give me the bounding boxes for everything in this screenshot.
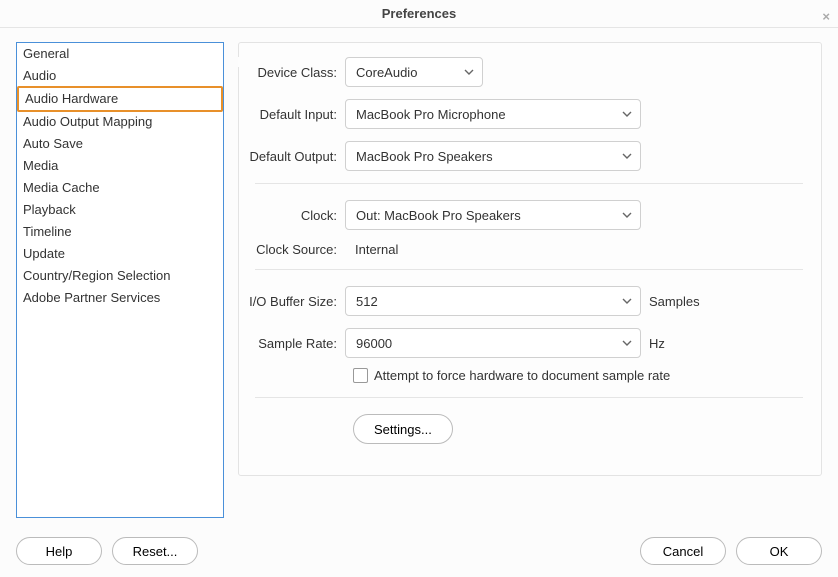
default-output-label: Default Output: bbox=[245, 149, 345, 164]
preferences-panel: Device Class: CoreAudio Default Input: M… bbox=[238, 42, 822, 476]
close-icon[interactable]: × bbox=[822, 3, 830, 31]
sidebar-item-audio-hardware[interactable]: Audio Hardware bbox=[17, 86, 223, 112]
settings-button[interactable]: Settings... bbox=[353, 414, 453, 444]
sidebar-item-audio[interactable]: Audio bbox=[17, 65, 223, 87]
device-class-select[interactable]: CoreAudio bbox=[345, 57, 483, 87]
reset-button[interactable]: Reset... bbox=[112, 537, 198, 565]
divider bbox=[255, 183, 803, 184]
preferences-sidebar: General Audio Audio Hardware Audio Outpu… bbox=[16, 42, 224, 518]
clock-source-value: Internal bbox=[345, 242, 398, 257]
chevron-down-icon bbox=[622, 338, 632, 348]
io-buffer-suffix: Samples bbox=[649, 294, 700, 309]
sample-rate-select[interactable]: 96000 bbox=[345, 328, 641, 358]
default-input-label: Default Input: bbox=[245, 107, 345, 122]
sidebar-item-auto-save[interactable]: Auto Save bbox=[17, 133, 223, 155]
sidebar-item-country-region[interactable]: Country/Region Selection bbox=[17, 265, 223, 287]
clock-source-label: Clock Source: bbox=[245, 242, 345, 257]
sidebar-item-update[interactable]: Update bbox=[17, 243, 223, 265]
divider bbox=[255, 397, 803, 398]
clock-label: Clock: bbox=[245, 208, 345, 223]
device-class-label: Device Class: bbox=[245, 65, 345, 80]
io-buffer-select[interactable]: 512 bbox=[345, 286, 641, 316]
sidebar-item-playback[interactable]: Playback bbox=[17, 199, 223, 221]
divider bbox=[255, 269, 803, 270]
sidebar-item-audio-output-mapping[interactable]: Audio Output Mapping bbox=[17, 111, 223, 133]
help-button[interactable]: Help bbox=[16, 537, 102, 565]
chevron-down-icon bbox=[622, 210, 632, 220]
chevron-down-icon bbox=[622, 151, 632, 161]
default-output-select[interactable]: MacBook Pro Speakers bbox=[345, 141, 641, 171]
dialog-footer: Help Reset... Cancel OK bbox=[16, 537, 822, 565]
sidebar-item-general[interactable]: General bbox=[17, 43, 223, 65]
clock-select[interactable]: Out: MacBook Pro Speakers bbox=[345, 200, 641, 230]
io-buffer-label: I/O Buffer Size: bbox=[245, 294, 345, 309]
force-hardware-label: Attempt to force hardware to document sa… bbox=[374, 368, 670, 383]
chevron-down-icon bbox=[464, 67, 474, 77]
window-title: Preferences bbox=[382, 6, 456, 21]
cancel-button[interactable]: Cancel bbox=[640, 537, 726, 565]
sidebar-item-timeline[interactable]: Timeline bbox=[17, 221, 223, 243]
window-titlebar: Preferences × bbox=[0, 0, 838, 28]
sidebar-item-media-cache[interactable]: Media Cache bbox=[17, 177, 223, 199]
chevron-down-icon bbox=[622, 296, 632, 306]
chevron-down-icon bbox=[622, 109, 632, 119]
default-input-select[interactable]: MacBook Pro Microphone bbox=[345, 99, 641, 129]
ok-button[interactable]: OK bbox=[736, 537, 822, 565]
sidebar-item-media[interactable]: Media bbox=[17, 155, 223, 177]
force-hardware-checkbox[interactable] bbox=[353, 368, 368, 383]
sidebar-item-partner-services[interactable]: Adobe Partner Services bbox=[17, 287, 223, 309]
sample-rate-label: Sample Rate: bbox=[245, 336, 345, 351]
sample-rate-suffix: Hz bbox=[649, 336, 665, 351]
